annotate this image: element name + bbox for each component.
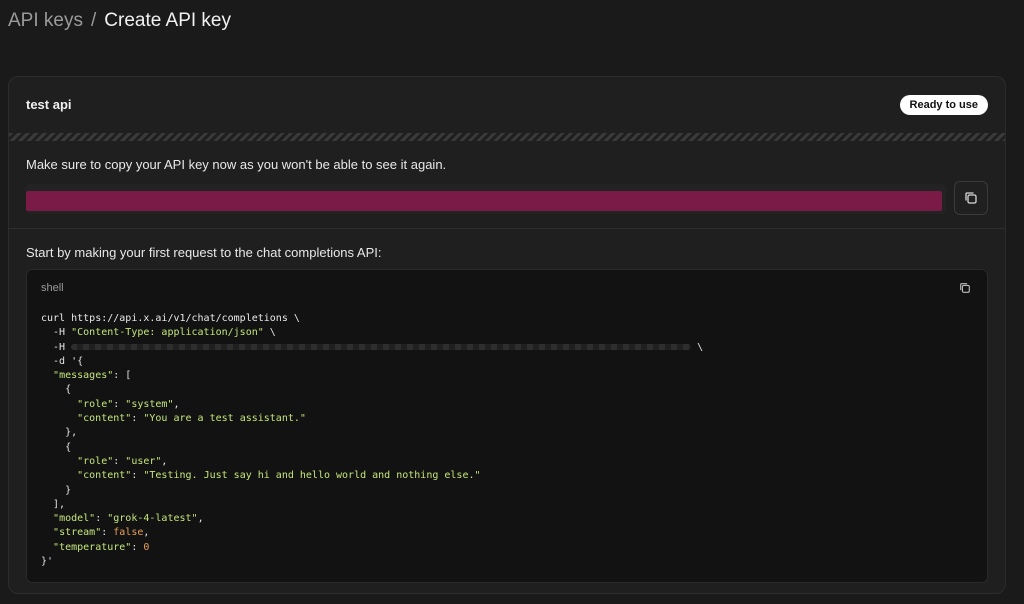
api-key-name: test api: [26, 97, 72, 112]
breadcrumb-api-keys-link[interactable]: API keys: [8, 8, 83, 34]
copy-icon: [965, 192, 977, 204]
page-title: Create API key: [104, 10, 231, 31]
api-key-redacted-value: [26, 191, 942, 211]
card-header: test api Ready to use: [9, 77, 1005, 133]
code-url: https://api.x.ai/v1/chat/completions: [71, 313, 288, 324]
curl-command: curl https://api.x.ai/v1/chat/completion…: [41, 313, 704, 568]
copy-warning-text: Make sure to copy your API key now as yo…: [26, 157, 447, 172]
code-block: shell curl https://api.x.ai/v1/chat/comp…: [26, 269, 988, 583]
code-content-type-header: "Content-Type: application/json": [71, 327, 264, 339]
code-language-label: shell: [41, 282, 64, 294]
code-authorization-redacted: [71, 343, 692, 350]
api-key-section: Make sure to copy your API key now as yo…: [9, 141, 1005, 229]
code-temperature: 0: [143, 541, 150, 553]
request-intro-text: Start by making your first request to th…: [26, 245, 382, 260]
copy-icon: [960, 283, 970, 293]
hatched-divider: [9, 133, 1005, 141]
code-role-system: "system": [125, 398, 174, 410]
first-request-section: Start by making your first request to th…: [9, 229, 1005, 593]
code-stream: false: [113, 527, 144, 539]
status-badge: Ready to use: [899, 95, 988, 115]
code-content-system: "You are a test assistant.": [143, 413, 306, 425]
breadcrumb-separator: /: [90, 10, 97, 31]
code-content-user: "Testing. Just say hi and hello world an…: [143, 470, 481, 482]
code-model: "grok-4-latest": [107, 513, 198, 525]
copy-api-key-button[interactable]: [954, 181, 988, 215]
api-key-card: test api Ready to use Make sure to copy …: [8, 76, 1006, 594]
breadcrumb: API keys / Create API key: [8, 8, 231, 34]
copy-code-button[interactable]: [955, 278, 975, 298]
code-role-user: "user": [125, 455, 162, 467]
api-key-field[interactable]: [26, 184, 946, 214]
